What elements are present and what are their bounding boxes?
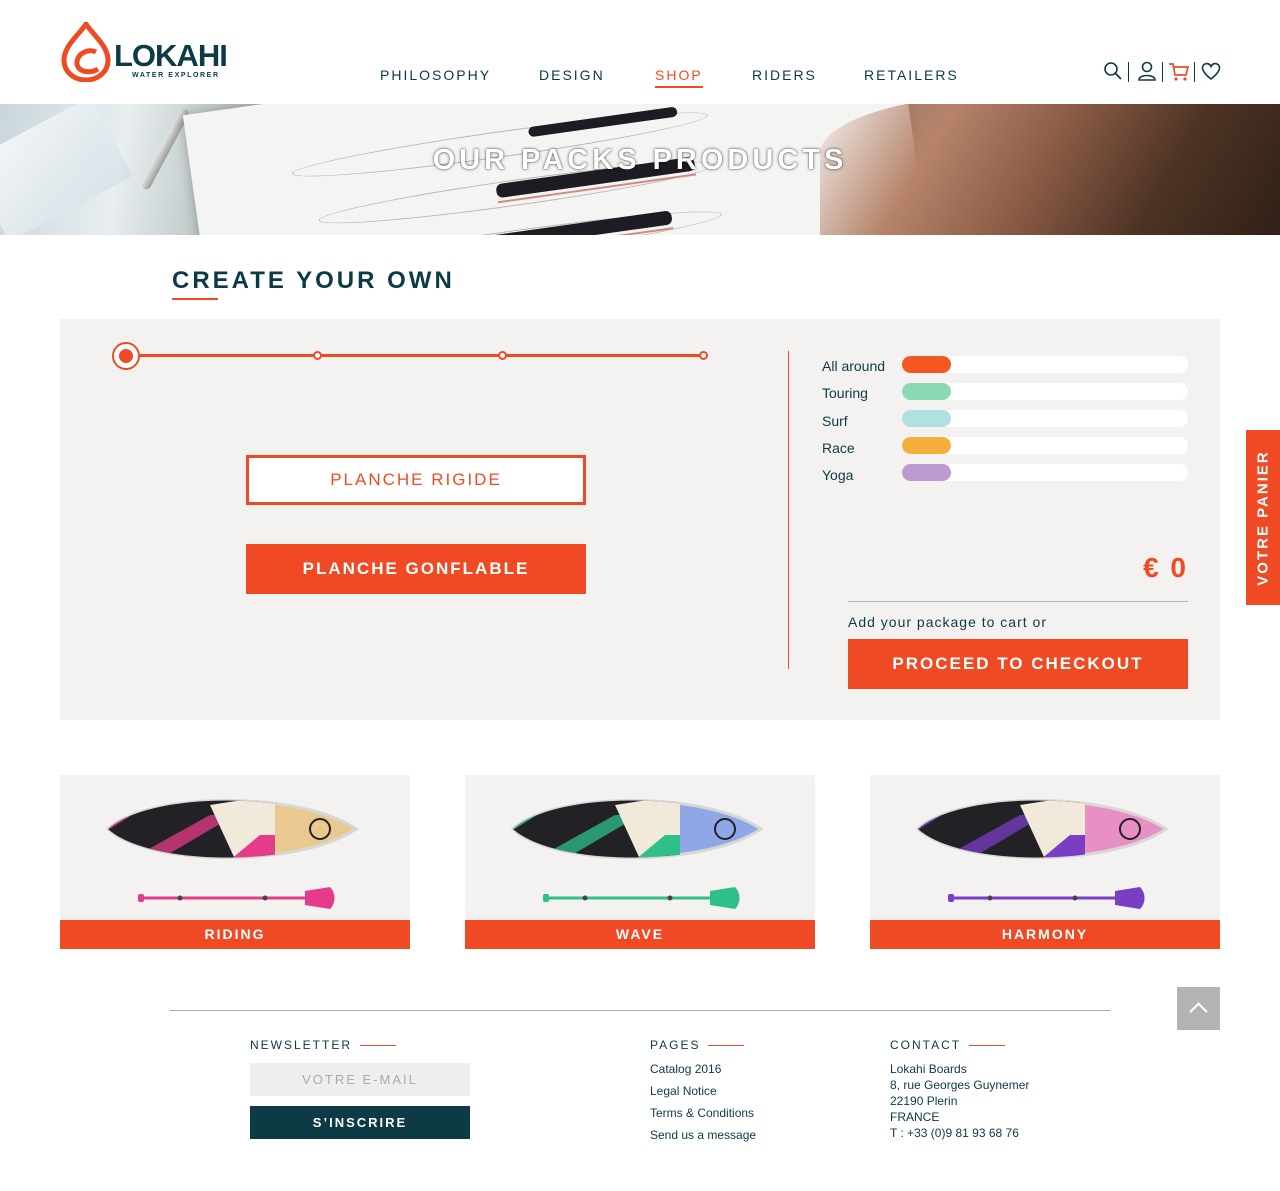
pack-label: RIDING bbox=[60, 920, 410, 949]
newsletter-email-input[interactable] bbox=[250, 1063, 470, 1096]
section-title: CREATE YOUR OWN bbox=[172, 267, 455, 294]
option-rigid-board-button[interactable]: PLANCHE RIGIDE bbox=[246, 455, 586, 505]
cart-note: Add your package to cart or bbox=[848, 614, 1047, 630]
nav-philosophy[interactable]: PHILOSOPHY bbox=[380, 67, 491, 83]
pack-label: WAVE bbox=[465, 920, 815, 949]
category-label: Surf bbox=[822, 413, 848, 429]
tool-divider bbox=[1162, 62, 1163, 82]
hero-banner: OUR PACKS PRODUCTS bbox=[0, 104, 1280, 235]
cart-side-tab-label: VOTRE PANIER bbox=[1254, 449, 1272, 586]
category-fill-yoga bbox=[902, 464, 951, 481]
hero-title: OUR PACKS PRODUCTS bbox=[432, 144, 848, 176]
step-4[interactable] bbox=[699, 351, 708, 360]
newsletter-heading: NEWSLETTER bbox=[250, 1038, 396, 1052]
footer-link-message[interactable]: Send us a message bbox=[650, 1128, 756, 1142]
step-1-current[interactable] bbox=[112, 342, 140, 370]
title-underline bbox=[172, 298, 218, 300]
board-and-paddle-image bbox=[915, 799, 1169, 909]
contact-line: FRANCE bbox=[890, 1110, 940, 1124]
contact-line: 22190 Plerin bbox=[890, 1094, 958, 1108]
category-label: Race bbox=[822, 440, 855, 456]
cart-icon[interactable] bbox=[1168, 60, 1190, 82]
contact-line: T : +33 (0)9 81 93 68 76 bbox=[890, 1126, 1019, 1140]
board-and-paddle-image bbox=[510, 799, 764, 909]
board-and-paddle-image bbox=[105, 799, 359, 909]
heart-icon[interactable] bbox=[1200, 60, 1222, 82]
footer-link-legal[interactable]: Legal Notice bbox=[650, 1084, 717, 1098]
user-icon[interactable] bbox=[1136, 60, 1158, 82]
package-price: € 0 bbox=[1143, 552, 1188, 583]
pack-card-wave[interactable]: WAVE bbox=[465, 775, 815, 949]
pack-card-harmony[interactable]: HARMONY bbox=[870, 775, 1220, 949]
newsletter-subscribe-button[interactable]: S’INSCRIRE bbox=[250, 1106, 470, 1139]
category-label: Touring bbox=[822, 385, 868, 401]
contact-line: 8, rue Georges Guynemer bbox=[890, 1078, 1030, 1092]
pages-heading: PAGES bbox=[650, 1038, 744, 1052]
category-fill-race bbox=[902, 437, 951, 454]
brand-tagline: WATER EXPLORER bbox=[132, 72, 220, 79]
nav-riders[interactable]: RIDERS bbox=[752, 67, 817, 83]
category-fill-touring bbox=[902, 383, 951, 400]
brand-logo[interactable]: LOKAHI WATER EXPLORER bbox=[60, 22, 230, 82]
nav-shop[interactable]: SHOP bbox=[655, 67, 703, 88]
cart-side-tab[interactable]: VOTRE PANIER bbox=[1246, 430, 1280, 605]
category-label: Yoga bbox=[822, 467, 854, 483]
nav-design[interactable]: DESIGN bbox=[539, 67, 605, 83]
step-3[interactable] bbox=[498, 351, 507, 360]
pack-card-riding[interactable]: RIDING bbox=[60, 775, 410, 949]
category-fill-all-around bbox=[902, 356, 951, 373]
water-drop-logo-icon bbox=[61, 22, 111, 82]
contact-heading: CONTACT bbox=[890, 1038, 1005, 1052]
site-header: LOKAHI WATER EXPLORER PHILOSOPHY DESIGN … bbox=[0, 0, 1280, 104]
stepper-track bbox=[126, 354, 704, 357]
step-2[interactable] bbox=[313, 351, 322, 360]
brand-name: LOKAHI bbox=[114, 38, 228, 73]
pack-label: HARMONY bbox=[870, 920, 1220, 949]
back-to-top-button[interactable] bbox=[1177, 987, 1220, 1030]
footer-divider bbox=[170, 1010, 1110, 1011]
option-inflatable-board-button[interactable]: PLANCHE GONFLABLE bbox=[246, 544, 586, 594]
tool-divider bbox=[1128, 62, 1129, 82]
category-label: All around bbox=[822, 358, 886, 374]
footer-link-terms[interactable]: Terms & Conditions bbox=[650, 1106, 754, 1120]
proceed-to-checkout-button[interactable]: PROCEED TO CHECKOUT bbox=[848, 639, 1188, 689]
contact-line: Lokahi Boards bbox=[890, 1062, 967, 1076]
price-divider bbox=[848, 601, 1188, 602]
search-icon[interactable] bbox=[1102, 60, 1124, 82]
footer-link-catalog[interactable]: Catalog 2016 bbox=[650, 1062, 721, 1076]
panel-divider bbox=[788, 351, 789, 669]
nav-retailers[interactable]: RETAILERS bbox=[864, 67, 959, 83]
category-fill-surf bbox=[902, 410, 951, 427]
tool-divider bbox=[1194, 62, 1195, 82]
